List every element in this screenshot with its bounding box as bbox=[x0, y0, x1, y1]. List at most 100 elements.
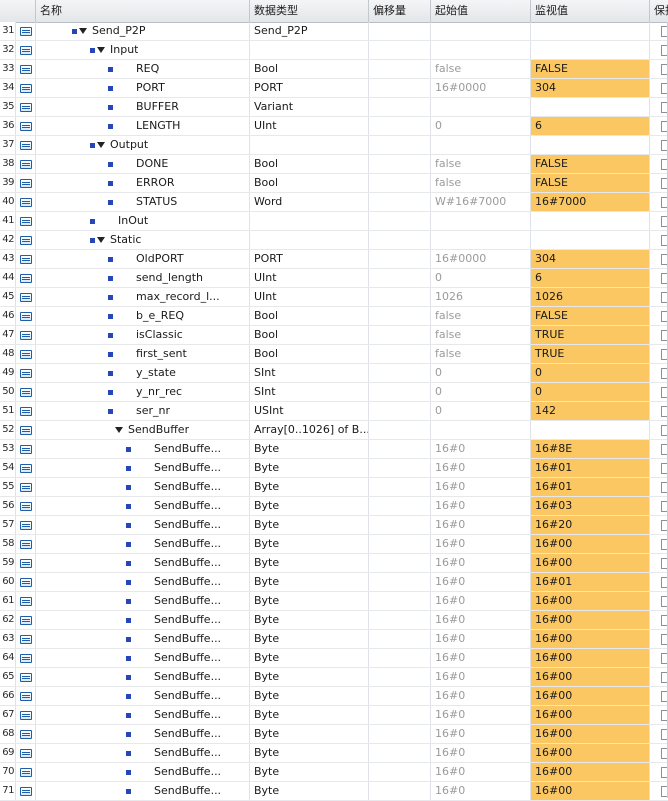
table-row[interactable]: 59 SendBuffe... Byte 16#0 16#00 bbox=[0, 554, 668, 573]
table-row[interactable]: 35 BUFFER Variant bbox=[0, 98, 668, 117]
table-row[interactable]: 55 SendBuffe... Byte 16#0 16#01 bbox=[0, 478, 668, 497]
name-cell[interactable]: SendBuffe... bbox=[36, 611, 250, 629]
name-cell[interactable]: SendBuffe... bbox=[36, 744, 250, 762]
name-cell[interactable]: SendBuffe... bbox=[36, 649, 250, 667]
type-cell[interactable]: Byte bbox=[250, 459, 369, 477]
name-cell[interactable]: DONE bbox=[36, 155, 250, 173]
retain-cell[interactable] bbox=[650, 155, 668, 173]
table-row[interactable]: 33 REQ Bool false FALSE bbox=[0, 60, 668, 79]
name-cell[interactable]: REQ bbox=[36, 60, 250, 78]
start-value-cell[interactable]: 16#0 bbox=[431, 573, 531, 591]
retain-cell[interactable] bbox=[650, 573, 668, 591]
type-cell[interactable]: Byte bbox=[250, 440, 369, 458]
retain-cell[interactable] bbox=[650, 478, 668, 496]
start-value-cell[interactable] bbox=[431, 22, 531, 40]
retain-cell[interactable] bbox=[650, 174, 668, 192]
table-row[interactable]: 57 SendBuffe... Byte 16#0 16#20 bbox=[0, 516, 668, 535]
type-cell[interactable]: PORT bbox=[250, 250, 369, 268]
expand-triangle-icon[interactable] bbox=[96, 47, 105, 53]
type-cell[interactable]: Byte bbox=[250, 535, 369, 553]
table-row[interactable]: 47 isClassic Bool false TRUE bbox=[0, 326, 668, 345]
name-cell[interactable]: BUFFER bbox=[36, 98, 250, 116]
retain-cell[interactable] bbox=[650, 364, 668, 382]
retain-cell[interactable] bbox=[650, 440, 668, 458]
table-row[interactable]: 36 LENGTH UInt 0 6 bbox=[0, 117, 668, 136]
start-value-cell[interactable]: W#16#7000 bbox=[431, 193, 531, 211]
type-cell[interactable]: Byte bbox=[250, 516, 369, 534]
type-cell[interactable]: SInt bbox=[250, 383, 369, 401]
start-value-cell[interactable]: 16#0 bbox=[431, 630, 531, 648]
name-cell[interactable]: SendBuffe... bbox=[36, 573, 250, 591]
type-cell[interactable]: PORT bbox=[250, 79, 369, 97]
name-cell[interactable]: SendBuffe... bbox=[36, 554, 250, 572]
table-row[interactable]: 41 InOut bbox=[0, 212, 668, 231]
retain-cell[interactable] bbox=[650, 326, 668, 344]
type-cell[interactable] bbox=[250, 136, 369, 154]
column-header-retain[interactable]: 保持 bbox=[650, 0, 668, 22]
retain-cell[interactable] bbox=[650, 687, 668, 705]
name-cell[interactable]: SendBuffe... bbox=[36, 630, 250, 648]
retain-cell[interactable] bbox=[650, 630, 668, 648]
expand-triangle-icon[interactable] bbox=[114, 427, 123, 433]
column-header-monitor-value[interactable]: 监视值 bbox=[531, 0, 650, 22]
name-cell[interactable]: b_e_REQ bbox=[36, 307, 250, 325]
retain-cell[interactable] bbox=[650, 554, 668, 572]
name-cell[interactable]: isClassic bbox=[36, 326, 250, 344]
type-cell[interactable]: Byte bbox=[250, 782, 369, 800]
start-value-cell[interactable]: 0 bbox=[431, 364, 531, 382]
name-cell[interactable]: Output bbox=[36, 136, 250, 154]
type-cell[interactable]: USInt bbox=[250, 402, 369, 420]
table-row[interactable]: 40 STATUS Word W#16#7000 16#7000 bbox=[0, 193, 668, 212]
table-row[interactable]: 32 Input bbox=[0, 41, 668, 60]
expand-triangle-icon[interactable] bbox=[96, 142, 105, 148]
start-value-cell[interactable]: 16#0 bbox=[431, 459, 531, 477]
retain-cell[interactable] bbox=[650, 421, 668, 439]
name-cell[interactable]: SendBuffe... bbox=[36, 668, 250, 686]
start-value-cell[interactable]: 0 bbox=[431, 269, 531, 287]
retain-cell[interactable] bbox=[650, 22, 668, 40]
start-value-cell[interactable]: 16#0 bbox=[431, 706, 531, 724]
start-value-cell[interactable] bbox=[431, 421, 531, 439]
type-cell[interactable]: Byte bbox=[250, 611, 369, 629]
type-cell[interactable]: Bool bbox=[250, 155, 369, 173]
type-cell[interactable]: UInt bbox=[250, 117, 369, 135]
name-cell[interactable]: SendBuffe... bbox=[36, 535, 250, 553]
retain-cell[interactable] bbox=[650, 592, 668, 610]
name-cell[interactable]: SendBuffe... bbox=[36, 687, 250, 705]
name-cell[interactable]: y_state bbox=[36, 364, 250, 382]
type-cell[interactable]: Word bbox=[250, 193, 369, 211]
type-cell[interactable]: Byte bbox=[250, 478, 369, 496]
type-cell[interactable]: Byte bbox=[250, 763, 369, 781]
retain-cell[interactable] bbox=[650, 231, 668, 249]
column-header-name[interactable]: 名称 bbox=[36, 0, 250, 22]
table-row[interactable]: 49 y_state SInt 0 0 bbox=[0, 364, 668, 383]
retain-cell[interactable] bbox=[650, 269, 668, 287]
type-cell[interactable] bbox=[250, 212, 369, 230]
table-row[interactable]: 42 Static bbox=[0, 231, 668, 250]
name-cell[interactable]: first_sent bbox=[36, 345, 250, 363]
start-value-cell[interactable] bbox=[431, 212, 531, 230]
name-cell[interactable]: OldPORT bbox=[36, 250, 250, 268]
start-value-cell[interactable]: false bbox=[431, 345, 531, 363]
type-cell[interactable]: Byte bbox=[250, 687, 369, 705]
start-value-cell[interactable]: 16#0 bbox=[431, 535, 531, 553]
retain-cell[interactable] bbox=[650, 136, 668, 154]
name-cell[interactable]: SendBuffe... bbox=[36, 782, 250, 800]
table-row[interactable]: 66 SendBuffe... Byte 16#0 16#00 bbox=[0, 687, 668, 706]
start-value-cell[interactable]: 16#0 bbox=[431, 592, 531, 610]
name-cell[interactable]: PORT bbox=[36, 79, 250, 97]
table-row[interactable]: 71 SendBuffe... Byte 16#0 16#00 bbox=[0, 782, 668, 801]
name-cell[interactable]: SendBuffer bbox=[36, 421, 250, 439]
table-row[interactable]: 46 b_e_REQ Bool false FALSE bbox=[0, 307, 668, 326]
name-cell[interactable]: SendBuffe... bbox=[36, 459, 250, 477]
retain-cell[interactable] bbox=[650, 345, 668, 363]
start-value-cell[interactable] bbox=[431, 41, 531, 59]
name-cell[interactable]: y_nr_rec bbox=[36, 383, 250, 401]
name-cell[interactable]: max_record_l... bbox=[36, 288, 250, 306]
start-value-cell[interactable]: 0 bbox=[431, 402, 531, 420]
table-row[interactable]: 61 SendBuffe... Byte 16#0 16#00 bbox=[0, 592, 668, 611]
retain-cell[interactable] bbox=[650, 516, 668, 534]
retain-cell[interactable] bbox=[650, 383, 668, 401]
start-value-cell[interactable]: false bbox=[431, 60, 531, 78]
table-row[interactable]: 48 first_sent Bool false TRUE bbox=[0, 345, 668, 364]
